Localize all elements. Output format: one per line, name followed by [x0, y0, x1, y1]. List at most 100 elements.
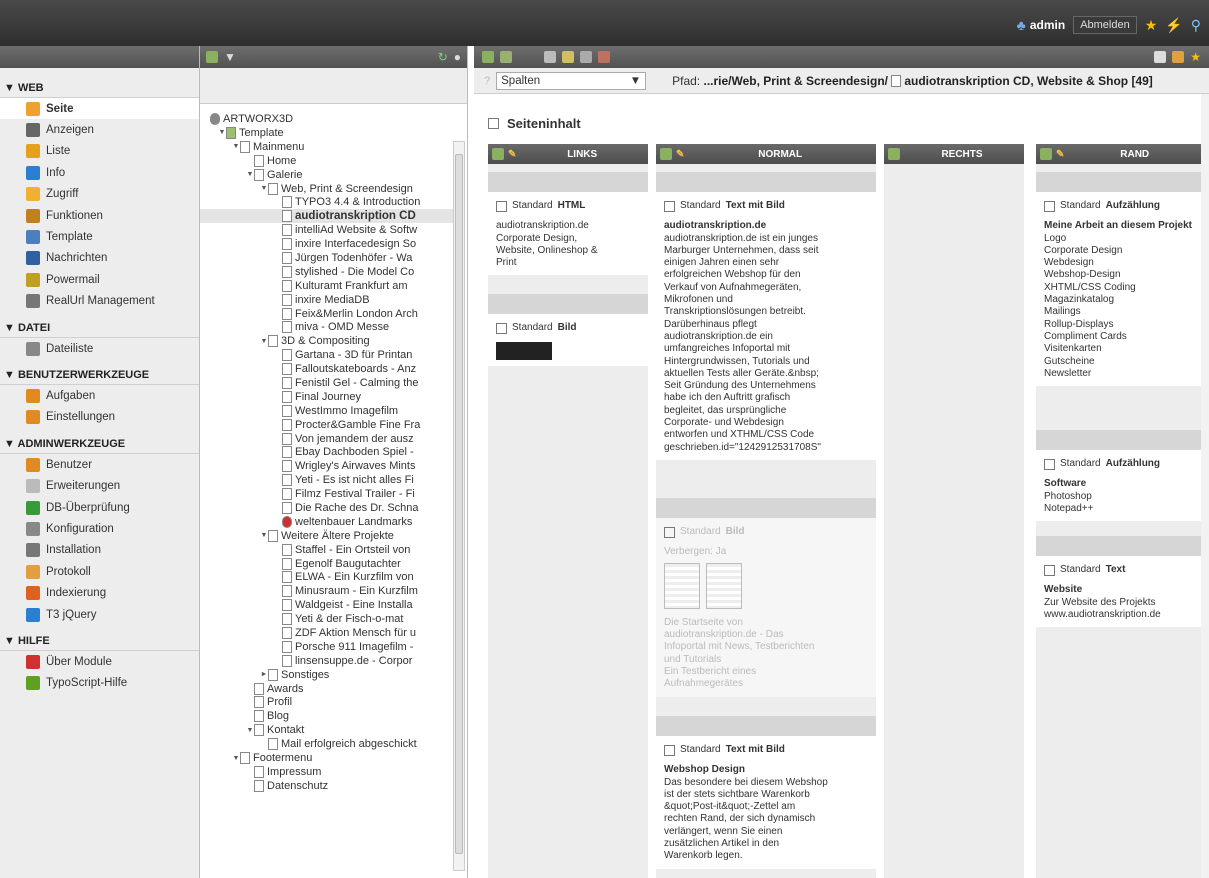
- tree-node[interactable]: ▼ Kontakt: [200, 723, 456, 737]
- tree-node[interactable]: ARTWORX3D: [200, 112, 456, 126]
- module-funktionen[interactable]: Funktionen: [0, 205, 199, 226]
- tree-node[interactable]: ▼ Galerie: [200, 168, 456, 182]
- tree-node[interactable]: Feix&Merlin London Arch: [200, 307, 456, 321]
- tree-node[interactable]: Staffel - Ein Ortsteil von: [200, 543, 456, 557]
- tree-node[interactable]: intelliAd Website & Softw: [200, 223, 456, 237]
- content-element[interactable]: Standard Text mit Bild audiotranskription.…: [656, 172, 876, 460]
- favorite-star-icon[interactable]: ★: [1190, 50, 1201, 64]
- content-element-header[interactable]: [1036, 430, 1205, 450]
- view-page-icon[interactable]: [544, 51, 556, 63]
- tree-node[interactable]: Awards: [200, 682, 456, 696]
- history-icon[interactable]: [598, 51, 610, 63]
- module-anzeigen[interactable]: Anzeigen: [0, 119, 199, 140]
- module-zugriff[interactable]: Zugriff: [0, 184, 199, 205]
- module-db-überprüfung[interactable]: DB-Überprüfung: [0, 497, 199, 518]
- content-scrollbar[interactable]: [1201, 94, 1209, 878]
- tree-node[interactable]: inxire MediaDB: [200, 293, 456, 307]
- collapse-icon[interactable]: ▼: [246, 727, 254, 734]
- content-element[interactable]: Standard Aufzählung Software Photoshop Notep…: [1036, 430, 1205, 522]
- tree-node[interactable]: Egenolf Baugutachter: [200, 557, 456, 571]
- refresh-icon[interactable]: ↻: [438, 50, 448, 64]
- tree-node[interactable]: Impressum: [200, 765, 456, 779]
- content-element-header[interactable]: [488, 172, 648, 192]
- module-typoscript-hilfe[interactable]: TypoScript-Hilfe: [0, 673, 199, 694]
- tree-node[interactable]: ▼ Weitere Ältere Projekte: [200, 529, 456, 543]
- help-icon[interactable]: ?: [484, 74, 490, 88]
- module-installation[interactable]: Installation: [0, 540, 199, 561]
- edit-page-icon[interactable]: [562, 51, 574, 63]
- tree-node[interactable]: ▼ Footermenu: [200, 751, 456, 765]
- tree-node[interactable]: Procter&Gamble Fine Fra: [200, 418, 456, 432]
- module-benutzer[interactable]: Benutzer: [0, 454, 199, 475]
- tree-node[interactable]: Kulturamt Frankfurt am: [200, 279, 456, 293]
- tree-node[interactable]: ▼ Template: [200, 126, 456, 140]
- tree-scrollbar[interactable]: [453, 141, 465, 871]
- tree-node[interactable]: WestImmo Imagefilm: [200, 404, 456, 418]
- module-t3-jquery[interactable]: T3 jQuery: [0, 604, 199, 625]
- tree-node[interactable]: Porsche 911 Imagefilm -: [200, 640, 456, 654]
- logout-button[interactable]: Abmelden: [1073, 16, 1137, 34]
- module-dateiliste[interactable]: Dateiliste: [0, 338, 199, 359]
- content-element-header[interactable]: [656, 498, 876, 518]
- tree-node[interactable]: Wrigley's Airwaves Mints: [200, 459, 456, 473]
- tree-node[interactable]: Fenistil Gel - Calming the: [200, 376, 456, 390]
- filter-icon[interactable]: ▼: [224, 50, 236, 64]
- collapse-icon[interactable]: ▼: [260, 532, 268, 539]
- tree-node[interactable]: weltenbauer Landmarks: [200, 515, 456, 529]
- tree-node[interactable]: Die Rache des Dr. Schna: [200, 501, 456, 515]
- tree-node[interactable]: linsensuppe.de - Corpor: [200, 654, 456, 668]
- module-group-benutzerwerkzeuge[interactable]: ▼ BENUTZERWERKZEUGE: [0, 363, 199, 386]
- tree-node[interactable]: ELWA - Ein Kurzfilm von: [200, 571, 456, 585]
- tree-node[interactable]: stylished - Die Model Co: [200, 265, 456, 279]
- content-element[interactable]: Standard Aufzählung Meine Arbeit an diesem…: [1036, 172, 1205, 387]
- module-konfiguration[interactable]: Konfiguration: [0, 518, 199, 539]
- module-nachrichten[interactable]: Nachrichten: [0, 248, 199, 269]
- move-page-icon[interactable]: [580, 51, 592, 63]
- content-element[interactable]: Standard Bild Verbergen: Ja Die Startseite …: [656, 498, 876, 697]
- tree-node[interactable]: Final Journey: [200, 390, 456, 404]
- module-group-datei[interactable]: ▼ DATEI: [0, 316, 199, 338]
- tree-node[interactable]: miva - OMD Messe: [200, 320, 456, 334]
- content-element[interactable]: Standard Text Website Zur Website des Proje…: [1036, 536, 1205, 628]
- tree-node[interactable]: Yeti - Es ist nicht alles Fi: [200, 473, 456, 487]
- tree-node[interactable]: Datenschutz: [200, 779, 456, 793]
- tree-node[interactable]: Jürgen Todenhöfer - Wa: [200, 251, 456, 265]
- thumbnail-image[interactable]: [706, 562, 742, 609]
- tree-node[interactable]: Waldgeist - Eine Installa: [200, 598, 456, 612]
- tree-node[interactable]: Ebay Dachboden Spiel -: [200, 445, 456, 459]
- module-info[interactable]: Info: [0, 162, 199, 183]
- view-select[interactable]: Spalten ▼: [496, 71, 647, 90]
- module-liste[interactable]: Liste: [0, 141, 199, 162]
- module-group-hilfe[interactable]: ▼ HILFE: [0, 629, 199, 652]
- tree-node[interactable]: Falloutskateboards - Anz: [200, 362, 456, 376]
- module-group-adminwerkzeuge[interactable]: ▼ ADMINWERKZEUGE: [0, 432, 199, 455]
- module-einstellungen[interactable]: Einstellungen: [0, 407, 199, 428]
- collapse-icon[interactable]: ▼: [232, 755, 240, 762]
- edit-column-icon[interactable]: ✎: [1056, 149, 1064, 160]
- thumbnail-image[interactable]: [664, 562, 700, 609]
- tree-node[interactable]: Yeti & der Fisch-o-mat: [200, 612, 456, 626]
- collapse-icon[interactable]: ▼: [232, 143, 240, 150]
- new-content-icon[interactable]: [888, 148, 900, 160]
- search-icon[interactable]: ⚲: [1191, 18, 1201, 32]
- collapse-icon[interactable]: ▼: [260, 185, 268, 192]
- shortcut-icon[interactable]: [1172, 51, 1185, 63]
- tree-node[interactable]: ZDF Aktion Mensch für u: [200, 626, 456, 640]
- user-menu[interactable]: ♣ admin: [1017, 18, 1066, 32]
- tree-node[interactable]: ▼ 3D & Compositing: [200, 334, 456, 348]
- content-element-header[interactable]: [1036, 172, 1205, 192]
- page-properties-icon[interactable]: [500, 51, 512, 63]
- collapse-icon[interactable]: ▼: [260, 338, 268, 345]
- new-content-icon[interactable]: [1040, 148, 1052, 160]
- tree-node[interactable]: ► Sonstiges: [200, 668, 456, 682]
- module-template[interactable]: Template: [0, 226, 199, 247]
- tree-node[interactable]: ▼ Mainmenu: [200, 140, 456, 154]
- tree-node[interactable]: ▼ Web, Print & Screendesign: [200, 182, 456, 196]
- tree-node[interactable]: Filmz Festival Trailer - Fi: [200, 487, 456, 501]
- content-element-header[interactable]: [656, 172, 876, 192]
- new-record-icon[interactable]: [482, 51, 494, 63]
- new-content-icon[interactable]: [660, 148, 672, 160]
- module-seite[interactable]: Seite: [0, 98, 199, 120]
- new-page-icon[interactable]: [206, 51, 218, 63]
- tree-scrollbar-thumb[interactable]: [455, 154, 463, 854]
